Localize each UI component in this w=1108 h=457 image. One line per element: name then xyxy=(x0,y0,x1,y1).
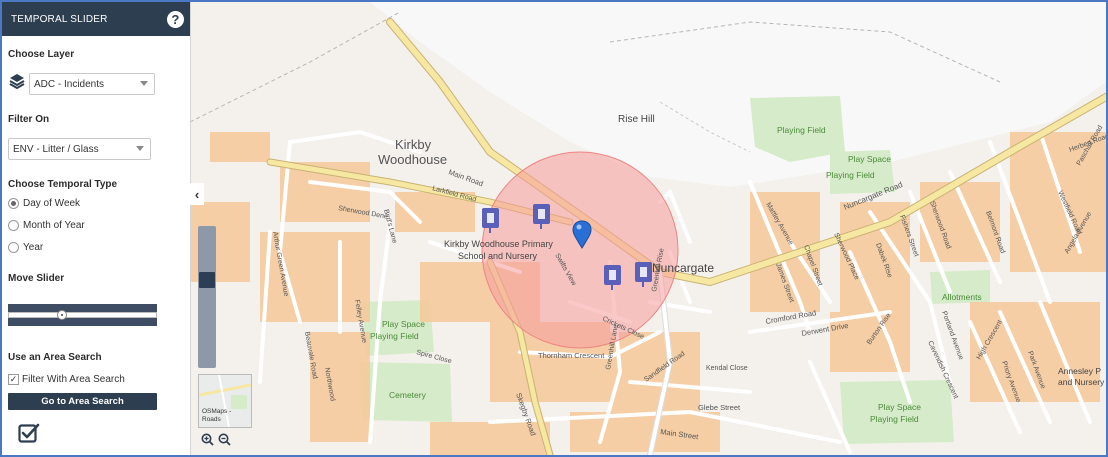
area-search-buffer xyxy=(481,151,679,349)
radio-day-of-week[interactable]: Day of Week xyxy=(8,198,80,209)
radio-month-of-year[interactable]: Month of Year xyxy=(8,220,85,231)
checkbox-check-icon[interactable] xyxy=(18,422,40,444)
radio-label: Month of Year xyxy=(23,220,85,231)
label-thornham-crescent: Thornham Crescent xyxy=(538,351,605,360)
radio-year[interactable]: Year xyxy=(8,242,43,253)
temporal-slider-panel: TEMPORAL SLIDER ? Choose Layer ADC - Inc… xyxy=(2,2,191,455)
slider-thumb[interactable] xyxy=(57,310,67,320)
zoom-slider-handle[interactable] xyxy=(199,272,215,288)
radio-label: Day of Week xyxy=(23,198,81,209)
label-rise-hill: Rise Hill xyxy=(618,114,655,125)
checkbox[interactable]: ✓ xyxy=(8,374,19,385)
zoom-in-icon[interactable] xyxy=(201,433,214,449)
label-play-space-2: Play Space xyxy=(382,319,425,329)
chevron-down-icon xyxy=(136,146,144,151)
label-school-line2: School and Nursery xyxy=(458,251,538,261)
checkbox-label: Filter With Area Search xyxy=(22,374,125,385)
filter-select-value: ENV - Litter / Glass xyxy=(13,143,99,155)
radio-button[interactable] xyxy=(8,220,19,231)
label-woodhouse: Woodhouse xyxy=(378,152,447,167)
radio-button[interactable] xyxy=(8,242,19,253)
label-cemetery: Cemetery xyxy=(389,390,427,400)
label-playing-field-3: Playing Field xyxy=(370,331,419,341)
label-playing-field-4: Playing Field xyxy=(870,414,919,424)
panel-header: TEMPORAL SLIDER ? xyxy=(2,2,190,36)
filter-on-label: Filter On xyxy=(8,114,50,125)
zoom-out-icon[interactable] xyxy=(218,433,231,449)
label-playing-field-1: Playing Field xyxy=(777,125,826,135)
radio-button[interactable] xyxy=(8,198,19,209)
basemap-label: OSMaps - Roads xyxy=(202,408,232,423)
layer-select[interactable]: ADC - Incidents xyxy=(29,73,155,95)
app-frame: Kirkby Woodhouse Rise Hill Playing Field… xyxy=(0,0,1108,457)
label-play-space-1: Play Space xyxy=(848,154,891,164)
chevron-down-icon xyxy=(140,81,148,86)
label-kendal-close: Kendal Close xyxy=(706,365,748,372)
label-allotments: Allotments xyxy=(942,292,982,302)
label-play-space-3: Play Space xyxy=(878,402,921,412)
temporal-type-label: Choose Temporal Type xyxy=(8,179,118,190)
label-school-line1: Kirkby Woodhouse Primary xyxy=(444,239,553,249)
layers-icon xyxy=(9,73,25,90)
zoom-slider[interactable] xyxy=(198,226,216,368)
layer-select-value: ADC - Incidents xyxy=(34,78,105,90)
filter-select[interactable]: ENV - Litter / Glass xyxy=(8,138,151,160)
area-search-label: Use an Area Search xyxy=(8,352,102,363)
slider-track[interactable] xyxy=(8,312,157,318)
panel-title: TEMPORAL SLIDER xyxy=(11,13,108,25)
basemap-switcher[interactable]: OSMaps - Roads xyxy=(198,374,252,428)
label-playing-field-2: Playing Field xyxy=(826,170,875,180)
radio-label: Year xyxy=(23,242,44,253)
label-annesley-1: Annesley P xyxy=(1058,366,1101,376)
filter-area-search-checkbox[interactable]: ✓ Filter With Area Search xyxy=(8,374,125,385)
label-kirkby: Kirkby xyxy=(395,137,432,152)
temporal-slider[interactable] xyxy=(8,304,157,326)
go-to-area-search-button[interactable]: Go to Area Search xyxy=(8,393,157,410)
label-glebe-street: Glebe Street xyxy=(698,403,741,412)
choose-layer-label: Choose Layer xyxy=(8,49,75,60)
label-annesley-2: and Nursery xyxy=(1058,377,1105,387)
map-canvas[interactable]: Kirkby Woodhouse Rise Hill Playing Field… xyxy=(190,2,1106,455)
chevron-left-icon: ‹ xyxy=(194,186,200,202)
help-icon[interactable]: ? xyxy=(167,10,184,28)
collapse-panel-button[interactable]: ‹ xyxy=(190,183,204,205)
move-slider-label: Move Slider xyxy=(8,273,65,284)
